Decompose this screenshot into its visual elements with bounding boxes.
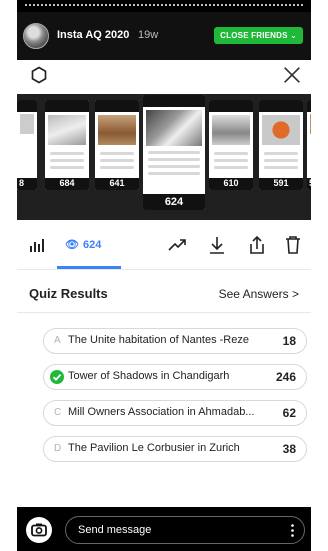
insights-action-bar: 👁 624 [17,220,311,270]
send-message-input[interactable]: Send message [65,516,305,544]
more-options-icon[interactable] [291,524,294,537]
option-letter: D [54,443,62,454]
promote-trend-icon[interactable] [167,235,187,255]
story-header: Insta AQ 2020 19w CLOSE FRIENDS ⌄ [17,12,311,60]
quiz-results-title: Quiz Results [29,286,108,301]
views-tab[interactable]: 👁 624 [65,238,101,251]
camera-icon [31,523,47,537]
share-icon[interactable] [247,235,267,255]
story-thumbnail[interactable]: 641 [95,100,139,190]
quiz-option[interactable]: A The Unite habitation of Nantes -Reze 1… [43,328,307,354]
post-age: 19w [138,29,159,41]
story-thumbnail[interactable]: 8 [17,100,37,190]
option-letter: A [54,335,61,346]
option-count: 18 [282,334,296,348]
close-icon[interactable] [281,64,303,86]
username[interactable]: Insta AQ 2020 [57,29,129,41]
correct-check-icon [50,370,64,384]
settings-gear-icon[interactable] [29,65,49,85]
option-letter: C [54,407,62,418]
delete-trash-icon[interactable] [283,235,303,255]
views-tab-underline [57,266,121,269]
option-text: Tower of Shadows in Chandigarh [68,370,230,382]
option-count: 38 [282,442,296,456]
story-thumbnail[interactable]: 610 [209,100,253,190]
divider [17,312,311,313]
option-text: The Pavilion Le Corbusier in Zurich [68,442,240,454]
download-icon[interactable] [207,235,227,255]
avatar[interactable] [23,23,49,49]
send-message-placeholder: Send message [78,524,152,536]
camera-button[interactable] [26,517,52,543]
quiz-option[interactable]: D The Pavilion Le Corbusier in Zurich 38 [43,436,307,462]
story-thumbnail[interactable]: 591 [259,100,303,190]
story-insights-toolbar [17,60,311,94]
close-friends-badge[interactable]: CLOSE FRIENDS ⌄ [214,27,303,44]
quiz-results-section: Quiz Results See Answers > A The Unite h… [17,270,311,507]
quiz-option[interactable]: C Mill Owners Association in Ahmadab... … [43,400,307,426]
eye-icon: 👁 [65,239,79,251]
quiz-option-correct[interactable]: Tower of Shadows in Chandigarh 246 [43,364,307,390]
story-viewer: Insta AQ 2020 19w CLOSE FRIENDS ⌄ 8 684 … [17,0,311,551]
insights-bar-chart-icon[interactable] [29,237,45,253]
story-thumbnail-selected[interactable]: 624 [143,95,205,210]
option-count: 62 [282,406,296,420]
story-progress-bar [25,4,303,6]
option-count: 246 [275,370,296,384]
reply-bar: Send message [17,507,311,551]
story-thumbnail[interactable]: 684 [45,100,89,190]
option-text: The Unite habitation of Nantes -Reze [68,334,249,346]
see-answers-link[interactable]: See Answers > [219,287,299,301]
story-thumbnail[interactable]: 5 [307,100,311,190]
option-text: Mill Owners Association in Ahmadab... [68,406,255,418]
